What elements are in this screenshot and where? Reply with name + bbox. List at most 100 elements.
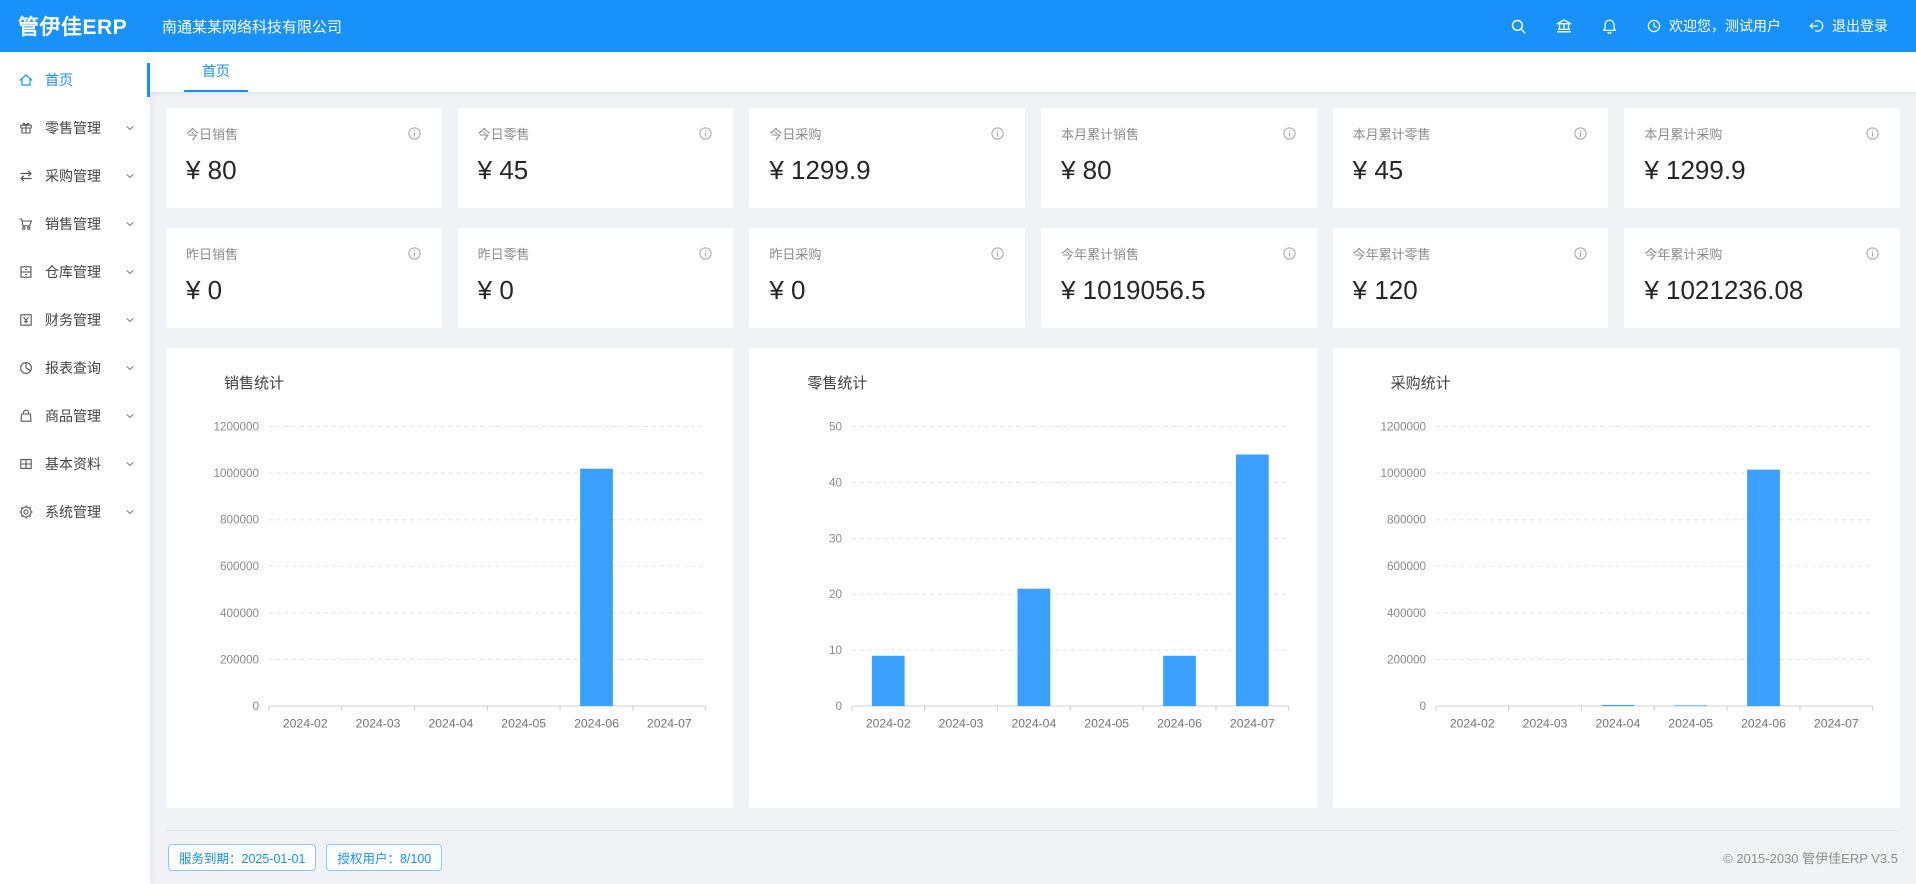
logout-label: 退出登录 (1832, 16, 1888, 36)
y-tick-label: 20 (829, 588, 843, 601)
logout-icon (1809, 18, 1825, 34)
y-tick-label: 800000 (1387, 514, 1427, 527)
y-tick-label: 0 (836, 700, 843, 713)
x-category-label: 2024-05 (501, 717, 546, 731)
stats-grid: 今日销售¥ 80今日零售¥ 45今日采购¥ 1299.9本月累计销售¥ 80本月… (166, 108, 1900, 328)
info-icon[interactable] (1865, 126, 1880, 141)
chevron-down-icon (124, 218, 136, 230)
sidebar-item-goods[interactable]: 商品管理 (0, 392, 150, 440)
info-icon[interactable] (1282, 246, 1297, 261)
stat-card-head: 昨日零售 (478, 244, 714, 263)
bank-icon[interactable] (1555, 17, 1573, 35)
stat-card-head: 昨日销售 (186, 244, 422, 263)
info-icon[interactable] (1865, 246, 1880, 261)
chevron-down-icon (124, 266, 136, 278)
bell-icon[interactable] (1601, 18, 1618, 35)
sidebar-item-reports[interactable]: 报表查询 (0, 344, 150, 392)
sidebar-item-label: 财务管理 (45, 310, 124, 330)
sales-chart: 0200000400000600000800000100000012000002… (176, 407, 723, 771)
y-tick-label: 800000 (220, 514, 260, 527)
bar-2024-06 (580, 469, 613, 706)
chevron-down-icon (124, 122, 136, 134)
copyright-text: © 2015-2030 管伊佳ERP V3.5 (1723, 848, 1898, 867)
info-icon[interactable] (1573, 246, 1588, 261)
storage-icon (18, 264, 34, 280)
x-category-label: 2024-05 (1085, 717, 1130, 731)
user-welcome[interactable]: 欢迎您，测试用户 (1646, 16, 1781, 36)
info-icon[interactable] (407, 126, 422, 141)
footer-badges: 服务到期：2025-01-01 授权用户：8/100 (168, 844, 442, 871)
search-icon[interactable] (1510, 18, 1527, 35)
bar-2024-07 (1236, 454, 1269, 706)
sidebar-item-system[interactable]: 系统管理 (0, 488, 150, 536)
sidebar-item-retail[interactable]: 零售管理 (0, 104, 150, 152)
stat-card: 本月累计采购¥ 1299.9 (1624, 108, 1900, 208)
stat-value: ¥ 1299.9 (769, 155, 1005, 186)
info-icon[interactable] (990, 246, 1005, 261)
sidebar-item-label: 首页 (45, 70, 136, 90)
chevron-down-icon (124, 458, 136, 470)
stat-card-head: 今年累计零售 (1353, 244, 1589, 263)
sidebar-item-sales[interactable]: 销售管理 (0, 200, 150, 248)
info-icon[interactable] (407, 246, 422, 261)
licensed-users-badge: 授权用户：8/100 (326, 844, 442, 871)
y-tick-label: 600000 (1387, 560, 1427, 573)
stat-label: 今日零售 (478, 124, 530, 143)
stat-value: ¥ 120 (1353, 275, 1589, 306)
chart-title: 采购统计 (1343, 372, 1890, 393)
sidebar-item-basicdata[interactable]: 基本资料 (0, 440, 150, 488)
y-tick-label: 0 (253, 700, 260, 713)
chevron-down-icon (124, 410, 136, 422)
home-icon (18, 72, 34, 88)
stat-card: 本月累计零售¥ 45 (1333, 108, 1609, 208)
y-tick-label: 1000000 (1380, 467, 1426, 480)
info-icon[interactable] (1282, 126, 1297, 141)
stat-label: 今年累计销售 (1061, 244, 1139, 263)
y-tick-label: 30 (829, 532, 843, 545)
retail-chart-card: 零售统计010203040502024-022024-032024-042024… (749, 348, 1316, 808)
info-icon[interactable] (1573, 126, 1588, 141)
sidebar-item-home[interactable]: 首页 (0, 56, 150, 104)
x-category-label: 2024-04 (1012, 717, 1057, 731)
body-row: 首页零售管理采购管理销售管理仓库管理财务管理报表查询商品管理基本资料系统管理 首… (0, 52, 1916, 884)
sidebar-item-warehouse[interactable]: 仓库管理 (0, 248, 150, 296)
stat-card-head: 昨日采购 (769, 244, 1005, 263)
stat-card-head: 今年累计销售 (1061, 244, 1297, 263)
stat-value: ¥ 0 (478, 275, 714, 306)
page-footer: 服务到期：2025-01-01 授权用户：8/100 © 2015-2030 管… (166, 830, 1900, 884)
sidebar-item-label: 采购管理 (45, 166, 124, 186)
main-area: 首页 今日销售¥ 80今日零售¥ 45今日采购¥ 1299.9本月累计销售¥ 8… (150, 52, 1916, 884)
sidebar-item-label: 基本资料 (45, 454, 124, 474)
x-category-label: 2024-03 (939, 717, 984, 731)
y-tick-label: 600000 (220, 560, 260, 573)
info-icon[interactable] (698, 246, 713, 261)
stat-card-head: 本月累计采购 (1644, 124, 1880, 143)
purchase-chart-card: 采购统计020000040000060000080000010000001200… (1333, 348, 1900, 808)
sidebar-item-finance[interactable]: 财务管理 (0, 296, 150, 344)
charts-grid: 销售统计020000040000060000080000010000001200… (166, 348, 1900, 808)
info-icon[interactable] (698, 126, 713, 141)
bar-2024-05 (1674, 705, 1707, 706)
tab-home[interactable]: 首页 (184, 52, 248, 92)
sales-chart-card: 销售统计020000040000060000080000010000001200… (166, 348, 733, 808)
y-tick-label: 0 (1419, 700, 1426, 713)
x-category-label: 2024-06 (574, 717, 619, 731)
tabbar: 首页 (150, 52, 1916, 92)
sidebar-item-purchase[interactable]: 采购管理 (0, 152, 150, 200)
stat-card: 今日零售¥ 45 (458, 108, 734, 208)
y-tick-label: 10 (829, 644, 843, 657)
stat-value: ¥ 45 (1353, 155, 1589, 186)
x-category-label: 2024-06 (1741, 717, 1786, 731)
y-tick-label: 200000 (1387, 653, 1427, 666)
sidebar-item-label: 系统管理 (45, 502, 124, 522)
info-icon[interactable] (990, 126, 1005, 141)
stat-value: ¥ 80 (186, 155, 422, 186)
gift-icon (18, 120, 34, 136)
sidebar-item-label: 零售管理 (45, 118, 124, 138)
finance-icon (18, 312, 34, 328)
cart-icon (18, 216, 34, 232)
stat-card-head: 今年累计采购 (1644, 244, 1880, 263)
stat-card-head: 今日销售 (186, 124, 422, 143)
logout-button[interactable]: 退出登录 (1809, 16, 1888, 36)
stat-value: ¥ 0 (769, 275, 1005, 306)
